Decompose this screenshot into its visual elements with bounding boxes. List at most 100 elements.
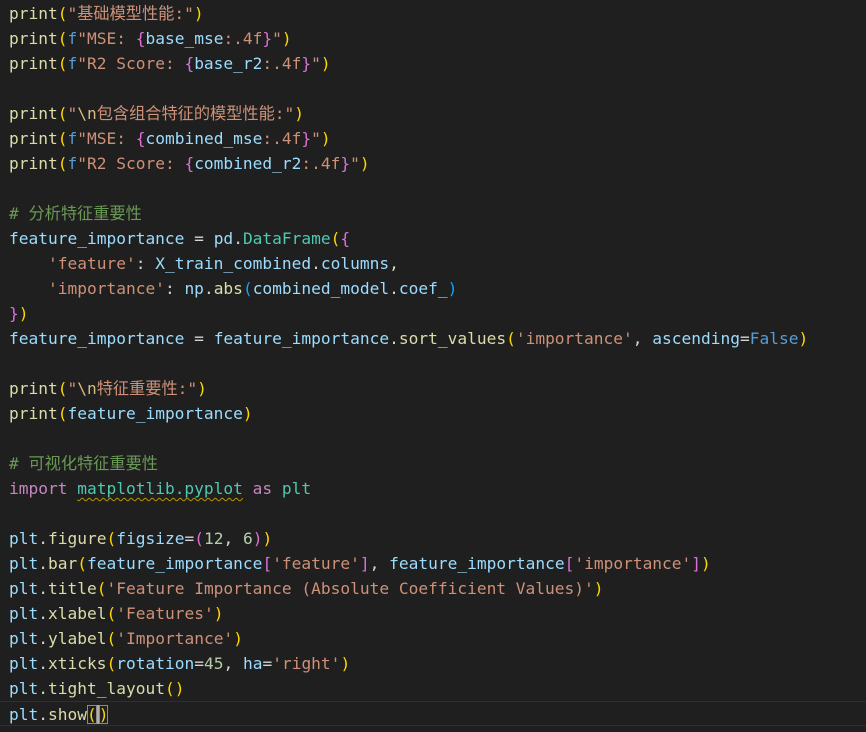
code-token: print [9,4,58,23]
code-line[interactable] [0,351,866,376]
code-line[interactable]: plt.bar(feature_importance['feature'], f… [0,551,866,576]
code-token: } [9,304,19,323]
code-line[interactable]: print(f"R2 Score: {base_r2:.4f}") [0,51,866,76]
code-token: \n [77,379,97,398]
code-line[interactable]: print("基础模型性能:") [0,1,866,26]
code-token: base_r2 [194,54,263,73]
code-line[interactable]: 'importance': np.abs(combined_model.coef… [0,276,866,301]
code-token: ( [106,604,117,623]
code-token: ascending [652,329,740,348]
code-token: print [9,154,58,173]
code-token: = [194,654,204,673]
code-line[interactable]: plt.show() [0,701,866,726]
code-token: " [272,29,282,48]
code-token: 'importance' [515,329,633,348]
code-line[interactable]: plt.tight_layout() [0,676,866,701]
code-token: ) [98,705,109,724]
code-line[interactable]: 'feature': X_train_combined.columns, [0,251,866,276]
code-token: tight_layout [48,679,165,698]
code-token: :.4f [262,129,302,148]
code-token: xlabel [48,604,107,623]
code-token: " [350,154,360,173]
code-line[interactable] [0,426,866,451]
code-token: plt [9,579,39,598]
code-token: 'right' [272,654,341,673]
code-token: "R2 Score: [77,54,185,73]
code-line[interactable]: # 分析特征重要性 [0,201,866,226]
code-line[interactable]: plt.xticks(rotation=45, ha='right') [0,651,866,676]
code-token: ( [106,654,117,673]
code-line[interactable] [0,176,866,201]
code-token: import [9,479,68,498]
code-token: f [67,54,78,73]
code-token: 特征重要性:" [96,379,198,398]
code-token: 'importance' [574,554,692,573]
code-token: = [184,529,195,548]
code-line[interactable] [0,76,866,101]
code-token: " [311,54,321,73]
code-token: :.4f [301,154,341,173]
code-token: ( [242,279,253,298]
code-token: 'Feature Importance (Absolute Coefficien… [106,579,594,598]
code-token: . [38,629,48,648]
code-line[interactable]: print(f"R2 Score: {combined_r2:.4f}") [0,151,866,176]
code-token: . [38,529,48,548]
code-line[interactable]: print(f"MSE: {base_mse:.4f}") [0,26,866,51]
code-token: ( [164,679,175,698]
code-line[interactable]: import matplotlib.pyplot as plt [0,476,866,501]
code-token: { [340,229,351,248]
code-token: f [67,129,78,148]
code-token: 'Importance' [116,629,234,648]
code-line[interactable]: print(feature_importance) [0,401,866,426]
code-token: . [38,604,48,623]
code-line[interactable]: print("\n特征重要性:") [0,376,866,401]
code-token: , [223,654,243,673]
code-token: } [301,54,312,73]
code-token: ) [213,604,224,623]
code-token: 'feature' [272,554,360,573]
code-token: abs [213,279,243,298]
code-token: pd [213,229,234,248]
code-token: . [38,579,48,598]
code-token: print [9,29,58,48]
code-line[interactable]: feature_importance = pd.DataFrame({ [0,226,866,251]
code-token: = [184,229,214,248]
code-token: 6 [242,529,253,548]
code-token: ( [77,554,87,573]
code-token: figure [48,529,107,548]
code-token: 'feature' [47,254,136,273]
code-line[interactable]: print("\n包含组合特征的模型性能:") [0,101,866,126]
code-token: [ [262,554,273,573]
code-token: combined_model [252,279,390,298]
code-token: rotation [116,654,195,673]
code-token: ) [262,529,273,548]
code-token: matplotlib.pyplot [77,479,243,498]
code-token: " [67,104,78,123]
code-token: ) [359,154,370,173]
code-token: plt [9,629,39,648]
code-line[interactable]: }) [0,301,866,326]
code-token: 45 [203,654,224,673]
code-line[interactable]: print(f"MSE: {combined_mse:.4f}") [0,126,866,151]
code-token: ( [106,629,117,648]
code-token: ylabel [48,629,107,648]
code-line[interactable]: plt.figure(figsize=(12, 6)) [0,526,866,551]
code-editor[interactable]: print("基础模型性能:") print(f"MSE: {base_mse:.… [0,0,866,732]
code-line[interactable]: feature_importance = feature_importance.… [0,326,866,351]
code-token: print [9,129,58,148]
code-token: . [233,229,243,248]
code-token: ) [281,29,292,48]
code-line[interactable]: # 可视化特征重要性 [0,451,866,476]
code-line[interactable]: plt.ylabel('Importance') [0,626,866,651]
code-line[interactable]: plt.xlabel('Features') [0,601,866,626]
code-token: f [67,154,78,173]
code-token: ) [193,4,204,23]
code-lines[interactable]: print("基础模型性能:") print(f"MSE: {base_mse:.… [0,1,866,726]
code-line[interactable]: plt.title('Feature Importance (Absolute … [0,576,866,601]
code-token: plt [9,705,39,724]
code-line[interactable] [0,501,866,526]
